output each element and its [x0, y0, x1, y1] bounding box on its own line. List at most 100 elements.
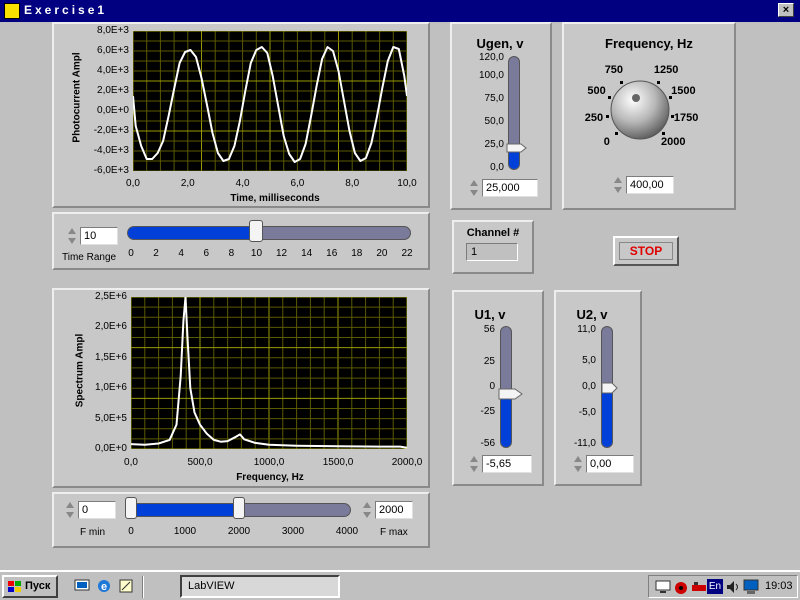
ugen-tick-label: 75,0: [484, 93, 504, 105]
time_graph-y-tick-label: 6,0E+3: [97, 45, 129, 56]
time-range-thumb[interactable]: [249, 220, 264, 242]
quicklaunch-ie-icon[interactable]: e: [96, 578, 112, 594]
u2-thumb[interactable]: [600, 381, 618, 394]
quicklaunch-desktop-icon[interactable]: [74, 578, 90, 594]
time-range-tick-label: 12: [275, 248, 288, 259]
frequency-knob-tick-label: 250: [584, 112, 604, 125]
frequency-knob-tick-mark: [670, 114, 674, 118]
u2-tick-label: 11,0: [577, 324, 596, 335]
time-range-tick-label: 4: [178, 248, 184, 259]
u2-tick-label: 0,0: [582, 381, 596, 392]
frequency-spin[interactable]: [612, 175, 624, 195]
tray-language-indicator[interactable]: En: [707, 579, 723, 594]
time_graph-x-tick-label: 0,0: [126, 178, 140, 189]
time-range-spin[interactable]: [66, 226, 78, 246]
svg-text:e: e: [101, 581, 107, 593]
windows-logo-icon: [8, 581, 22, 593]
frequency-label: Frequency, Hz: [605, 36, 693, 51]
spectrum-graph-ylabel: Spectrum Ampl: [74, 333, 86, 408]
time-range-tick-label: 8: [228, 248, 235, 259]
ugen-label: Ugen, v: [476, 36, 524, 51]
spectrum_graph-x-tick-label: 2000,0: [391, 457, 423, 468]
taskbar-item-labview[interactable]: LabVIEW: [180, 575, 340, 598]
ugen-input[interactable]: 25,000: [482, 179, 538, 197]
fmin-thumb[interactable]: [125, 497, 137, 519]
system-tray: En 19:03: [648, 575, 798, 598]
spectrum_graph-y-tick-label: 0,0E+0: [95, 443, 127, 454]
time_graph-x-tick-label: 4,0: [235, 178, 250, 189]
time-range-tick-label: 14: [301, 248, 313, 259]
u2-tick-label: 5,0: [582, 355, 596, 367]
time-range-tick-label: 6: [203, 248, 210, 259]
frequency-knob-tick-label: 0: [603, 136, 610, 149]
window-title: Exercise1: [24, 3, 108, 17]
frequency-input[interactable]: 400,00: [626, 176, 674, 194]
tray-network-icon[interactable]: [691, 579, 707, 595]
tray-volume-icon[interactable]: [725, 579, 741, 595]
u1-tick-label: -25: [480, 406, 495, 418]
fmax-thumb[interactable]: [233, 497, 245, 519]
ugen-spin[interactable]: [468, 178, 480, 198]
quicklaunch-notepad-icon[interactable]: [118, 578, 134, 594]
spectrum_graph-y-tick-label: 5,0E+5: [95, 412, 127, 424]
ugen-thumb[interactable]: [505, 140, 527, 153]
ugen-tick-label: 100,0: [478, 70, 504, 82]
fmin-input[interactable]: 0: [78, 501, 116, 519]
time-graph-xlabel: Time, milliseconds: [230, 193, 320, 204]
frequency-knob-tick-mark: [615, 131, 619, 135]
u1-output: -5,65: [482, 455, 532, 473]
taskbar-item-labview-label: LabVIEW: [188, 580, 235, 592]
spectrum-graph-plot: [131, 297, 407, 449]
u2-tick-label: -11,0: [573, 438, 596, 449]
fmin-spin[interactable]: [64, 500, 76, 520]
frequency-knob-tick-mark: [620, 81, 624, 85]
ugen-tick-label: 120,0: [478, 52, 504, 63]
time-range-tick-label: 0: [128, 248, 134, 259]
taskbar: Пуск e LabVIEW En 19:03: [0, 570, 800, 600]
u1-tick-label: 0: [489, 381, 495, 392]
fmax-spin[interactable]: [361, 500, 373, 520]
time-range-track[interactable]: [127, 226, 411, 240]
u1-thumb[interactable]: [497, 387, 523, 400]
frequency-range-tick-label: 4000: [335, 526, 359, 537]
u2-spin[interactable]: [572, 454, 584, 474]
labview-app-icon[interactable]: [4, 3, 20, 19]
time-range-tick-label: 10: [250, 248, 263, 259]
frequency-range-tick-label: 2000: [227, 526, 251, 537]
tray-monitor-icon[interactable]: [655, 579, 671, 595]
start-button[interactable]: Пуск: [2, 575, 58, 598]
spectrum_graph-y-tick-label: 1,5E+6: [95, 351, 127, 363]
u1-spin[interactable]: [468, 454, 480, 474]
taskbar-separator: [142, 576, 144, 598]
frequency-range-tick-label: 1000: [173, 526, 197, 537]
time_graph-y-tick-label: 8,0E+3: [97, 25, 129, 36]
time_graph-x-tick-label: 2,0: [180, 178, 195, 189]
time-graph-ylabel: Photocurrent Ampl: [71, 52, 83, 143]
spectrum_graph-y-tick-label: 1,0E+6: [95, 382, 127, 394]
time_graph-x-tick-label: 8,0: [345, 178, 360, 189]
time_graph-x-tick-label: 10,0: [397, 178, 417, 189]
u1-tick-label: 25: [483, 355, 495, 367]
time_graph-y-tick-label: 0,0E+0: [97, 105, 129, 116]
time-range-input[interactable]: 10: [80, 227, 118, 245]
tray-display-icon[interactable]: [743, 579, 759, 595]
frequency-knob-tick-label: 750: [604, 63, 624, 76]
time-range-label: Time Range: [62, 252, 117, 263]
close-button[interactable]: ×: [778, 3, 794, 17]
ugen-tick-label: 0,0: [490, 162, 504, 173]
fmax-input[interactable]: 2000: [375, 501, 413, 519]
stop-button[interactable]: STOP: [613, 236, 679, 266]
tray-antivirus-icon[interactable]: [673, 579, 689, 595]
time_graph-y-tick-label: -6,0E+3: [93, 165, 129, 176]
time-range-tick-label: 16: [326, 248, 338, 259]
channel-display: 1: [466, 243, 518, 261]
frequency-knob-tick-label: 2000: [660, 136, 686, 149]
spectrum_graph-x-tick-label: 0,0: [124, 457, 138, 468]
time_graph-y-tick-label: -4,0E+3: [93, 145, 129, 156]
start-label: Пуск: [25, 580, 51, 592]
frequency-knob-tick-mark: [661, 131, 665, 135]
u2-output: 0,00: [586, 455, 634, 473]
time_graph-x-tick-label: 6,0: [290, 178, 305, 189]
time-range-tick-label: 2: [153, 248, 159, 259]
u1-tick-label: -56: [480, 438, 495, 449]
